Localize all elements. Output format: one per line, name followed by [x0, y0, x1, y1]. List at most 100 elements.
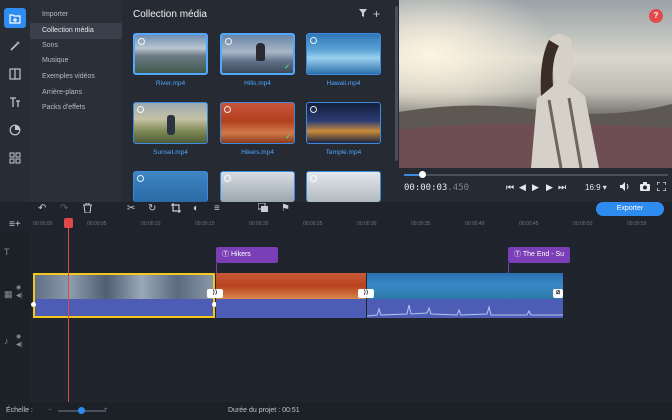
clip-properties-icon[interactable]: ≡ [214, 203, 220, 214]
fullscreen-icon[interactable] [656, 181, 667, 193]
title-clip-the-end[interactable]: Ⓣ The End - Su [508, 247, 570, 263]
select-circle-icon[interactable] [224, 175, 231, 182]
zoom-in-icon[interactable]: + [104, 407, 108, 413]
select-circle-icon[interactable] [310, 106, 317, 113]
magic-wand-icon[interactable] [4, 36, 26, 56]
scale-label: Échelle : [6, 407, 33, 414]
rotate-icon[interactable]: ↻ [148, 203, 156, 214]
media-thumb-hawaii[interactable] [306, 33, 381, 75]
ruler-tick: 00:00:10 [141, 221, 161, 227]
transition-marker[interactable]: ⟩⟩ [207, 289, 223, 298]
media-thumb-river[interactable] [133, 33, 208, 75]
audio-clip-underwater[interactable] [366, 299, 563, 318]
crop-icon[interactable] [171, 203, 181, 216]
nav-item-music[interactable]: Musique [30, 53, 122, 69]
select-circle-icon[interactable] [138, 38, 145, 45]
delete-icon[interactable] [83, 202, 92, 216]
nav-item-import[interactable]: Importer [30, 7, 122, 23]
select-circle-icon[interactable] [224, 106, 231, 113]
person-figure [167, 115, 175, 135]
media-caption: Temple.mp4 [325, 149, 362, 156]
transition-marker[interactable]: ⟩⟩ [358, 289, 374, 298]
playback-progress-knob[interactable] [419, 171, 426, 178]
ruler-tick: 00:00:40 [465, 221, 485, 227]
track-volume-icon[interactable]: ◀) [16, 292, 23, 299]
timecode: 00:00:03.450 [404, 183, 469, 193]
nav-item-sample-videos[interactable]: Exemples vidéos [30, 69, 122, 85]
clip-trim-handle[interactable] [31, 302, 36, 307]
title-clip-label: Hikers [230, 251, 251, 258]
media-thumb-sunset[interactable] [133, 102, 208, 144]
volume-icon[interactable] [620, 182, 630, 193]
undo-icon[interactable]: ↶ [38, 203, 46, 214]
select-circle-icon[interactable] [137, 175, 144, 182]
video-clip-hills[interactable] [33, 273, 215, 299]
overlay-icon[interactable] [257, 202, 268, 215]
timecode-main: 00:00:03 [404, 183, 448, 193]
audio-track-eye-icon[interactable]: ◉ [16, 333, 21, 340]
title-clip-connector [508, 263, 509, 273]
ruler-tick: 00:00:15 [195, 221, 215, 227]
media-thumb-mountain[interactable] [306, 171, 381, 202]
marker-flag-icon[interactable]: ⚑ [281, 203, 290, 214]
person-figure [256, 43, 265, 61]
title-track-icon: T [4, 247, 10, 257]
nav-item-effect-packs[interactable]: Packs d'effets [30, 100, 122, 116]
step-forward-icon[interactable]: ▶ [546, 182, 553, 193]
media-caption: River.mp4 [155, 80, 186, 87]
nav-item-sounds[interactable]: Sons [30, 38, 122, 54]
audio-track-volume-icon[interactable]: ◀) [16, 341, 23, 348]
nav-item-backgrounds[interactable]: Arrière-plans [30, 85, 122, 101]
media-thumb-snow[interactable] [220, 171, 295, 202]
audio-clip-hikers[interactable] [216, 299, 366, 318]
ruler-tick: 00:00:00 [33, 221, 53, 227]
transition-marker[interactable]: ⧄ [553, 289, 563, 298]
media-thumb-underwater[interactable] [133, 171, 208, 202]
video-clip-hikers[interactable] [216, 273, 366, 299]
export-button[interactable]: Exporter [596, 202, 664, 216]
aspect-ratio-value: 16:9 [585, 183, 601, 192]
playback-progress-track[interactable] [404, 174, 668, 176]
select-circle-icon[interactable] [310, 175, 317, 182]
scale-slider-knob[interactable] [78, 407, 85, 414]
select-circle-icon[interactable] [137, 106, 144, 113]
more-tools-grid-icon[interactable] [4, 148, 26, 168]
title-clip-label: The End - Su [522, 251, 565, 258]
filter-icon[interactable] [359, 9, 367, 19]
play-icon[interactable]: ▶ [532, 182, 539, 193]
video-clip-underwater[interactable] [367, 273, 563, 299]
ruler-tick: 00:00:20 [249, 221, 269, 227]
skip-to-end-icon[interactable]: ⏭ [558, 182, 566, 193]
media-thumb-hikers[interactable]: ✓ [220, 102, 295, 144]
skip-to-start-icon[interactable]: ⏮ [506, 182, 514, 193]
duration-label: Durée du projet : [228, 407, 281, 414]
playhead[interactable] [68, 218, 69, 402]
add-track-icon[interactable]: ≡+ [9, 219, 21, 230]
nav-item-media-collection[interactable]: Collection média [30, 23, 122, 39]
playhead-handle[interactable] [64, 218, 73, 228]
title-clip-hikers[interactable]: Ⓣ Hikers [216, 247, 278, 263]
color-adjust-icon[interactable]: ◐ [193, 203, 199, 214]
media-thumb-temple[interactable] [306, 102, 381, 144]
redo-icon[interactable]: ↷ [60, 203, 68, 214]
help-button[interactable]: ? [649, 9, 663, 23]
snapshot-camera-icon[interactable] [640, 182, 650, 193]
import-folder-icon[interactable] [4, 8, 26, 28]
select-circle-icon[interactable] [310, 37, 317, 44]
filters-icon[interactable] [4, 120, 26, 140]
add-icon[interactable]: + [373, 7, 380, 21]
visibility-eye-icon[interactable]: ◉ [16, 284, 21, 291]
ruler-tick: 00:00:45 [519, 221, 539, 227]
zoom-out-icon[interactable]: − [48, 407, 52, 413]
media-caption: Sunset.mp4 [153, 149, 188, 156]
ruler-tick: 00:00:25 [303, 221, 323, 227]
media-thumb-hills[interactable]: ✓ [220, 33, 295, 75]
step-back-icon[interactable]: ◀ [519, 182, 526, 193]
aspect-ratio-select[interactable]: 16:9 ▾ [585, 183, 607, 192]
cut-icon[interactable]: ✂ [127, 203, 135, 214]
media-scrollbar[interactable] [395, 6, 398, 161]
select-circle-icon[interactable] [225, 38, 232, 45]
titles-icon[interactable] [4, 92, 26, 112]
transitions-icon[interactable] [4, 64, 26, 84]
audio-clip-hills[interactable] [33, 299, 215, 318]
